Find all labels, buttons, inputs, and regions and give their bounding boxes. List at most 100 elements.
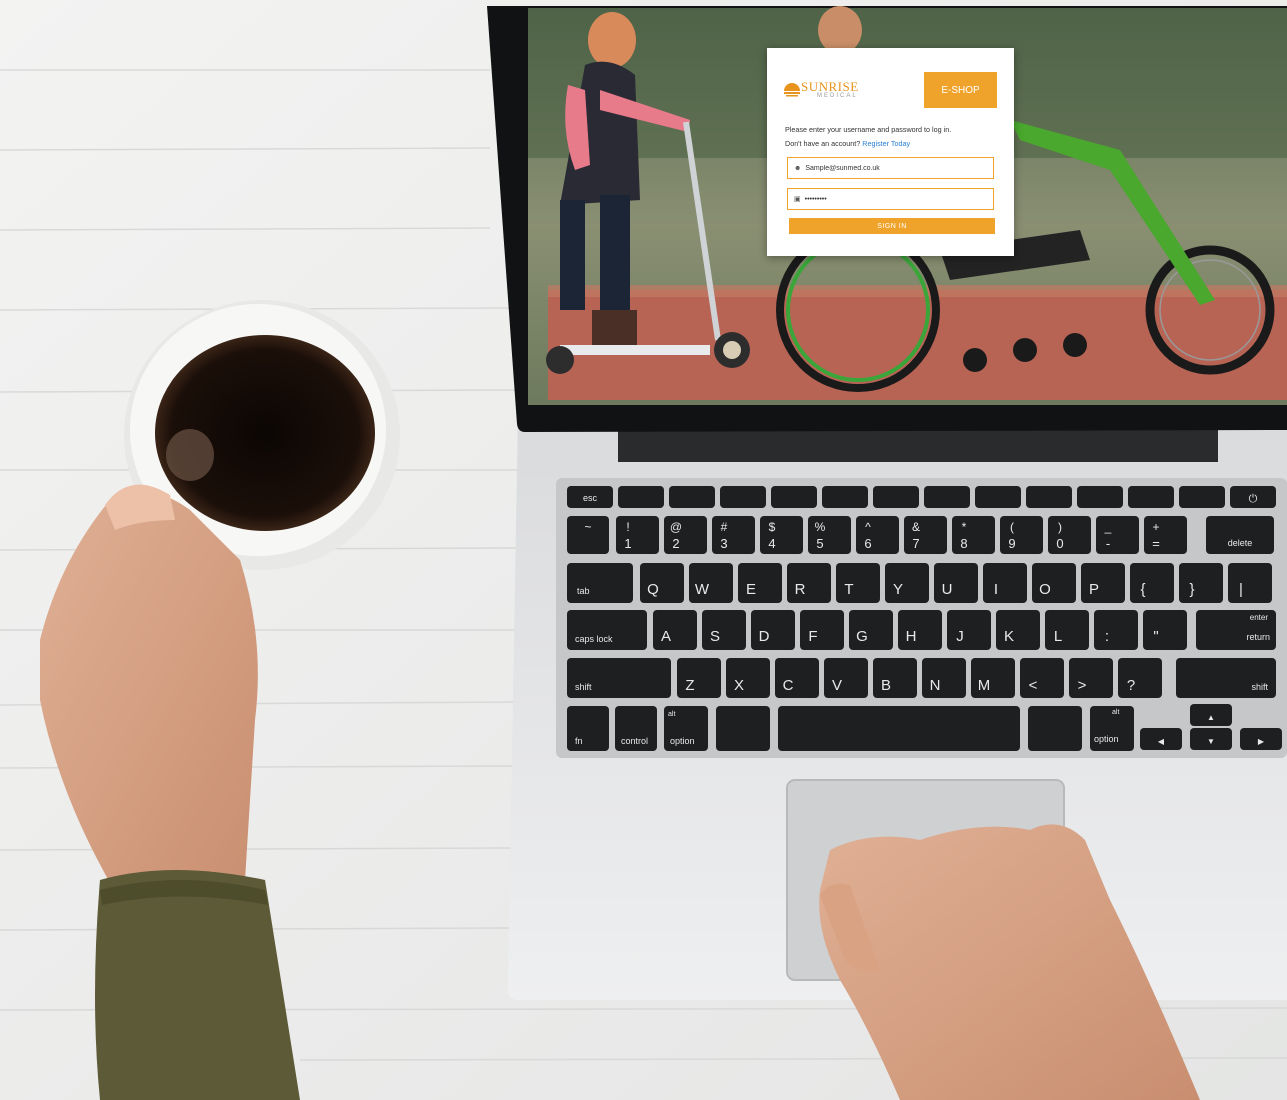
key-command-right[interactable] bbox=[1028, 706, 1082, 751]
key-f1[interactable] bbox=[618, 486, 664, 508]
key-row4-4[interactable]: B bbox=[873, 658, 917, 698]
key-space[interactable] bbox=[778, 706, 1020, 751]
key-row3-0[interactable]: A bbox=[653, 610, 697, 650]
key-row3-10[interactable]: " bbox=[1143, 610, 1187, 650]
key-control-left-label: control bbox=[621, 736, 648, 746]
key-f2[interactable] bbox=[669, 486, 715, 508]
key-row3-2[interactable]: D bbox=[751, 610, 795, 650]
key-esc-label: esc bbox=[583, 493, 598, 503]
key-row4-0[interactable]: Z bbox=[677, 658, 721, 698]
key-f6[interactable] bbox=[873, 486, 919, 508]
password-field[interactable]: ▣ bbox=[787, 188, 994, 210]
key-row3-5[interactable]: H bbox=[898, 610, 942, 650]
sign-in-button[interactable]: SIGN IN bbox=[789, 218, 995, 234]
key-{[interactable]: { bbox=[1130, 563, 1174, 603]
key-r-label: R bbox=[795, 581, 806, 598]
key-num-7[interactable]: & bbox=[904, 516, 947, 554]
key-|[interactable]: | bbox=[1228, 563, 1272, 603]
key-num-3-low: 3 bbox=[720, 536, 727, 551]
key-row3-1[interactable]: S bbox=[702, 610, 746, 650]
key-p[interactable]: P bbox=[1081, 563, 1125, 603]
key-{-label: { bbox=[1140, 581, 1145, 598]
key-f12[interactable] bbox=[1179, 486, 1225, 508]
key-num-4[interactable]: $ bbox=[760, 516, 803, 554]
key-row3-5-label: H bbox=[906, 628, 917, 645]
register-link[interactable]: Register Today bbox=[862, 139, 910, 148]
key-o[interactable]: O bbox=[1032, 563, 1076, 603]
key-shift-left[interactable]: shift bbox=[567, 658, 671, 698]
key-t[interactable]: T bbox=[836, 563, 880, 603]
key-f10[interactable] bbox=[1077, 486, 1123, 508]
key-row4-1[interactable]: X bbox=[726, 658, 770, 698]
username-field[interactable]: ☻ bbox=[787, 157, 994, 179]
key-num-3[interactable]: # bbox=[712, 516, 755, 554]
key-row3-4[interactable]: G bbox=[849, 610, 893, 650]
key-control-left[interactable]: control bbox=[615, 706, 657, 751]
key-row3-9[interactable]: : bbox=[1094, 610, 1138, 650]
key-f4[interactable] bbox=[771, 486, 817, 508]
key-row4-6[interactable]: M bbox=[971, 658, 1015, 698]
key-row4-6-label: M bbox=[978, 677, 991, 694]
key-row3-6[interactable]: J bbox=[947, 610, 991, 650]
key-arrow-right[interactable]: ▶ bbox=[1240, 728, 1282, 750]
key-r[interactable]: R bbox=[787, 563, 831, 603]
key-fn[interactable]: fn bbox=[567, 706, 609, 751]
key-shift-right[interactable]: shift bbox=[1176, 658, 1276, 698]
key-delete[interactable]: delete bbox=[1206, 516, 1274, 554]
key-arrow-left[interactable]: ◀ bbox=[1140, 728, 1182, 750]
key-esc[interactable]: esc bbox=[567, 486, 613, 508]
key-f9[interactable] bbox=[1026, 486, 1072, 508]
key-row3-7[interactable]: K bbox=[996, 610, 1040, 650]
key-row4-2[interactable]: C bbox=[775, 658, 819, 698]
key-w[interactable]: W bbox=[689, 563, 733, 603]
key-f7[interactable] bbox=[924, 486, 970, 508]
key-num-9-low: 9 bbox=[1008, 536, 1015, 551]
key-num-1[interactable]: ! bbox=[616, 516, 659, 554]
key-power[interactable]: ⏻ bbox=[1230, 486, 1276, 508]
key-row4-8[interactable]: > bbox=[1069, 658, 1113, 698]
password-input[interactable] bbox=[800, 195, 985, 203]
key-f8[interactable] bbox=[975, 486, 1021, 508]
key-u[interactable]: U bbox=[934, 563, 978, 603]
key-alt-label-0: alt bbox=[668, 711, 675, 718]
eshop-button[interactable]: E-SHOP bbox=[924, 72, 997, 108]
key-f3[interactable] bbox=[720, 486, 766, 508]
username-input[interactable] bbox=[801, 164, 986, 172]
key-command-left[interactable] bbox=[716, 706, 770, 751]
key-e-label: E bbox=[746, 581, 756, 598]
key-row3-8[interactable]: L bbox=[1045, 610, 1089, 650]
key-num-6[interactable]: ^ bbox=[856, 516, 899, 554]
brand-subtitle: MEDICAL bbox=[817, 93, 858, 99]
key-row4-4-label: B bbox=[881, 677, 891, 694]
key-row3-8-label: L bbox=[1054, 628, 1062, 645]
key-f11[interactable] bbox=[1128, 486, 1174, 508]
key-row4-3-label: V bbox=[832, 677, 842, 694]
key-e[interactable]: E bbox=[738, 563, 782, 603]
key-}-label: } bbox=[1189, 581, 1194, 598]
key-i[interactable]: I bbox=[983, 563, 1027, 603]
key-num-9[interactable]: ( bbox=[1000, 516, 1043, 554]
key-q[interactable]: Q bbox=[640, 563, 684, 603]
key-tilde[interactable]: ~ bbox=[567, 516, 609, 554]
key-row4-7[interactable]: < bbox=[1020, 658, 1064, 698]
key-arrow-down[interactable]: ▼ bbox=[1190, 728, 1232, 750]
key-num-5[interactable]: % bbox=[808, 516, 851, 554]
key-num-2[interactable]: @ bbox=[664, 516, 707, 554]
key-num-8[interactable]: * bbox=[952, 516, 995, 554]
key-f5[interactable] bbox=[822, 486, 868, 508]
key-y[interactable]: Y bbox=[885, 563, 929, 603]
key-row4-5[interactable]: N bbox=[922, 658, 966, 698]
login-card: SUNRISE MEDICAL E-SHOP Please enter your… bbox=[767, 48, 1014, 256]
login-instructions: Please enter your username and password … bbox=[785, 125, 952, 134]
key-num-12[interactable]: + bbox=[1144, 516, 1187, 554]
key-row4-3[interactable]: V bbox=[824, 658, 868, 698]
key-}[interactable]: } bbox=[1179, 563, 1223, 603]
key-num-10[interactable]: ) bbox=[1048, 516, 1091, 554]
key-num-1-label: ! bbox=[626, 520, 629, 534]
key-row4-9[interactable]: ? bbox=[1118, 658, 1162, 698]
key-row3-3[interactable]: F bbox=[800, 610, 844, 650]
key-arrow-up[interactable]: ▲ bbox=[1190, 704, 1232, 726]
key-num-11[interactable]: _ bbox=[1096, 516, 1139, 554]
key-caps-lock[interactable]: caps lock bbox=[567, 610, 647, 650]
key-tab[interactable]: tab bbox=[567, 563, 633, 603]
